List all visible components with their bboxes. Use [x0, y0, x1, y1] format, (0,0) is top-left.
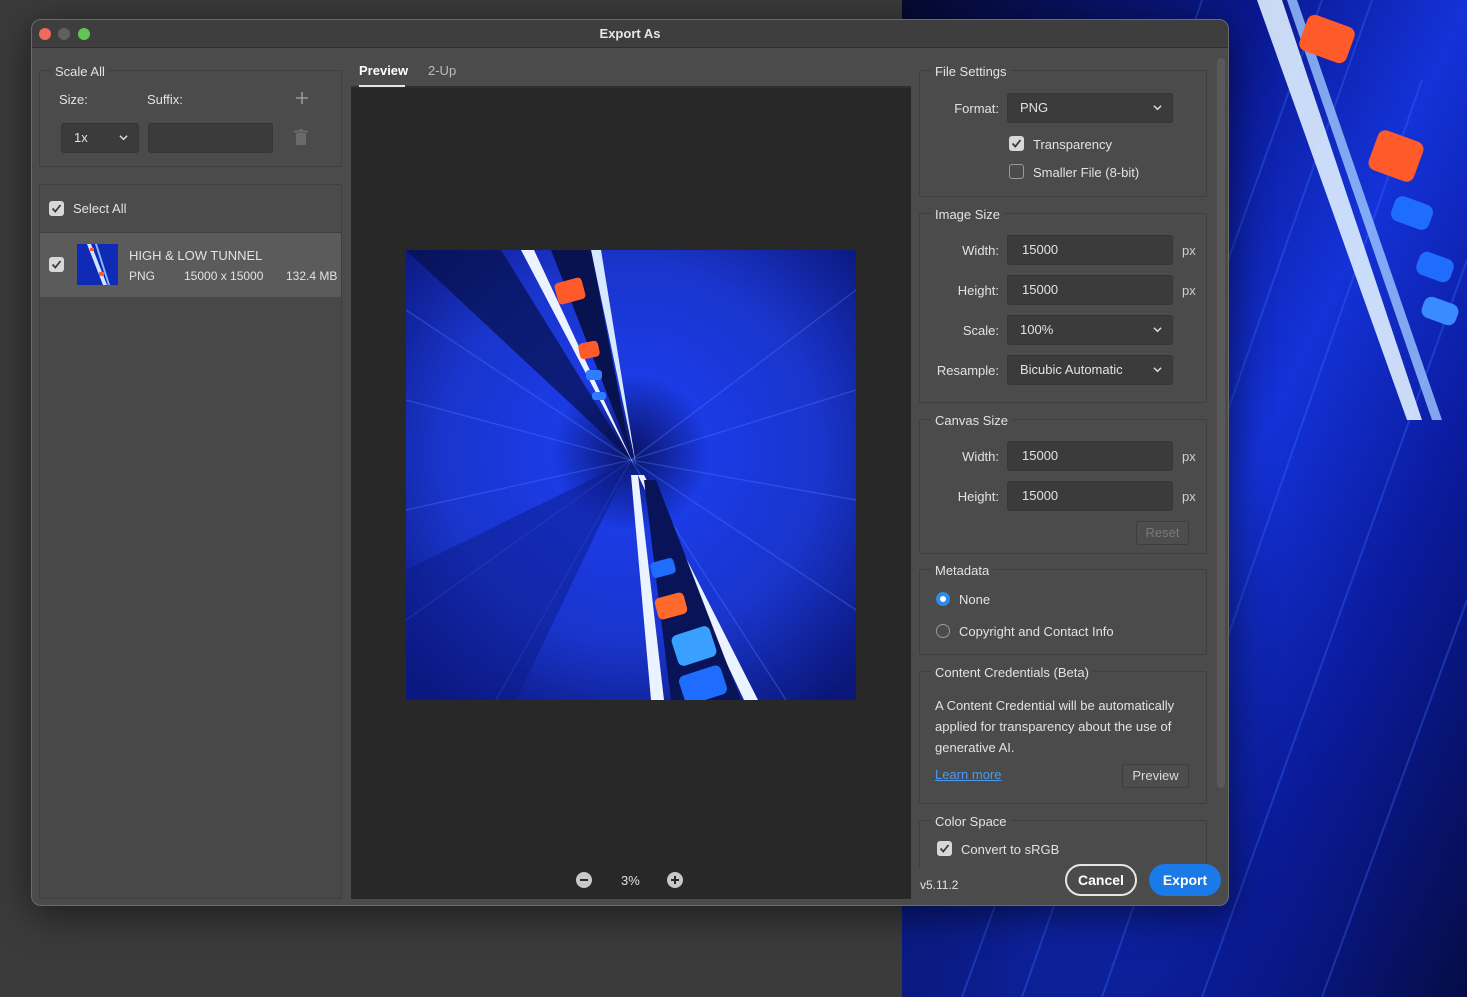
- cancel-button[interactable]: Cancel: [1065, 864, 1137, 896]
- preview-area[interactable]: 3%: [351, 88, 911, 899]
- content-credentials-title: Content Credentials (Beta): [931, 665, 1093, 680]
- format-select[interactable]: PNG: [1007, 93, 1173, 123]
- checkmark-icon: [51, 204, 62, 213]
- title-bar: Export As: [32, 20, 1228, 48]
- format-select-value: PNG: [1020, 100, 1049, 115]
- item-dimensions: 15000 x 15000: [184, 269, 264, 283]
- chevron-down-icon: [1153, 105, 1162, 111]
- image-height-unit: px: [1182, 283, 1196, 298]
- plus-icon[interactable]: [295, 91, 309, 105]
- version-label: v5.11.2: [920, 878, 959, 892]
- canvas-height-input[interactable]: 15000: [1007, 481, 1173, 511]
- scale-label: Scale:: [962, 323, 999, 338]
- item-format: PNG: [129, 269, 156, 283]
- image-width-unit: px: [1182, 243, 1196, 258]
- export-as-dialog: Export As Scale All Size: Suffix: 1x Sel…: [31, 19, 1229, 906]
- canvas-width-label: Width:: [962, 449, 999, 464]
- chevron-down-icon: [1153, 327, 1162, 333]
- preview-tabs: Preview 2-Up: [351, 56, 911, 88]
- export-button[interactable]: Export: [1149, 864, 1221, 896]
- checkmark-icon: [51, 260, 62, 269]
- tab-preview[interactable]: Preview: [359, 63, 408, 78]
- canvas-width-unit: px: [1182, 449, 1196, 464]
- file-settings-title: File Settings: [931, 64, 1011, 79]
- transparency-label: Transparency: [1033, 137, 1112, 152]
- size-select-value: 1x: [74, 130, 88, 145]
- reset-button[interactable]: Reset: [1136, 521, 1189, 545]
- metadata-none-label: None: [959, 592, 991, 607]
- select-all-label: Select All: [73, 201, 127, 216]
- canvas-height-label: Height:: [957, 489, 999, 504]
- canvas-width-input[interactable]: 15000: [1007, 441, 1173, 471]
- item-thumbnail: [77, 244, 118, 285]
- zoom-out-icon[interactable]: [576, 872, 592, 888]
- canvas-size-title: Canvas Size: [931, 413, 1012, 428]
- item-checkbox[interactable]: [49, 257, 64, 272]
- color-space-title: Color Space: [931, 814, 1011, 829]
- resample-label: Resample:: [936, 363, 999, 378]
- convert-srgb-checkbox[interactable]: [937, 841, 952, 856]
- image-height-label: Height:: [957, 283, 999, 298]
- resample-select[interactable]: Bicubic Automatic: [1007, 355, 1173, 385]
- tab-2-up[interactable]: 2-Up: [428, 63, 456, 78]
- checkmark-icon: [1011, 139, 1022, 148]
- resample-select-value: Bicubic Automatic: [1020, 362, 1123, 377]
- list-item[interactable]: HIGH & LOW TUNNEL PNG 15000 x 15000 132.…: [40, 233, 341, 297]
- item-name: HIGH & LOW TUNNEL: [129, 248, 263, 263]
- scale-all-title: Scale All: [51, 64, 109, 79]
- chevron-down-icon: [119, 135, 128, 141]
- item-file-size: 132.4 MB: [286, 269, 338, 283]
- suffix-input[interactable]: [148, 123, 273, 153]
- image-width-input[interactable]: 15000: [1007, 235, 1173, 265]
- smaller-file-label: Smaller File (8-bit): [1033, 165, 1140, 180]
- learn-more-link[interactable]: Learn more: [935, 767, 1001, 782]
- image-height-input[interactable]: 15000: [1007, 275, 1173, 305]
- convert-srgb-label: Convert to sRGB: [961, 842, 1060, 857]
- metadata-copyright-radio[interactable]: [936, 624, 950, 638]
- image-size-title: Image Size: [931, 207, 1005, 222]
- metadata-copyright-label: Copyright and Contact Info: [959, 624, 1114, 639]
- metadata-title: Metadata: [931, 563, 994, 578]
- metadata-panel: [919, 569, 1207, 655]
- smaller-file-checkbox[interactable]: [1009, 164, 1024, 179]
- size-select[interactable]: 1x: [61, 123, 139, 153]
- asset-list-panel: Select All HIGH & LOW TUNNEL PNG 15000 x…: [39, 184, 342, 899]
- credentials-preview-button[interactable]: Preview: [1122, 764, 1189, 788]
- preview-image: [406, 250, 856, 700]
- scale-select-value: 100%: [1020, 322, 1054, 337]
- select-all-checkbox[interactable]: [49, 201, 64, 216]
- zoom-in-icon[interactable]: [667, 872, 683, 888]
- image-width-label: Width:: [962, 243, 999, 258]
- transparency-checkbox[interactable]: [1009, 136, 1024, 151]
- size-label: Size:: [59, 92, 88, 107]
- active-tab-indicator: [359, 85, 405, 87]
- metadata-none-radio[interactable]: [936, 592, 950, 606]
- canvas-height-unit: px: [1182, 489, 1196, 504]
- format-label: Format:: [954, 101, 999, 116]
- suffix-label: Suffix:: [147, 92, 183, 107]
- dialog-title: Export As: [599, 26, 661, 41]
- chevron-down-icon: [1153, 367, 1162, 373]
- checkmark-icon: [939, 844, 950, 853]
- content-credentials-description: A Content Credential will be automatical…: [935, 698, 1175, 755]
- settings-scrollbar[interactable]: [1217, 58, 1225, 788]
- trash-icon[interactable]: [294, 129, 308, 146]
- zoom-level: 3%: [621, 873, 640, 888]
- select-all-row[interactable]: Select All: [40, 185, 341, 233]
- scale-select[interactable]: 100%: [1007, 315, 1173, 345]
